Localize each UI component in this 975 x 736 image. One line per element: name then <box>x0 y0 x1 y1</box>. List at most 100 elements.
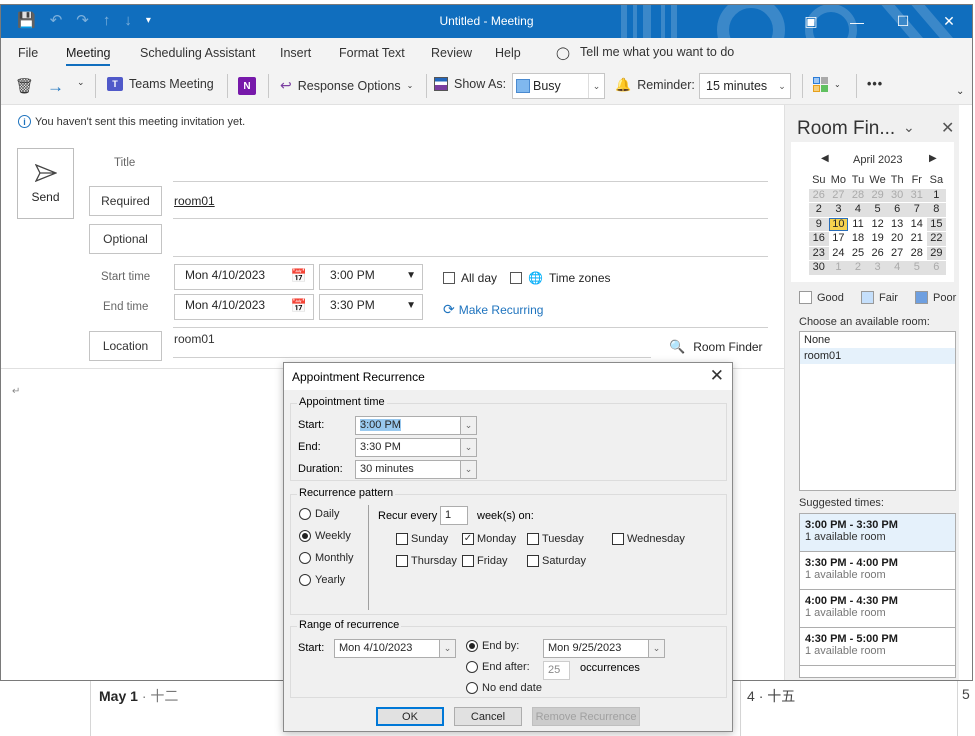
tab-help[interactable]: Help <box>495 46 521 60</box>
pattern-yearly-radio[interactable]: Yearly <box>299 574 345 586</box>
calendar-day[interactable]: 26 <box>809 188 829 202</box>
dialog-close-icon[interactable]: ✕ <box>710 366 724 386</box>
location-input[interactable]: room01 <box>174 332 215 346</box>
calendar-day[interactable]: 19 <box>868 232 888 246</box>
maximize-icon[interactable]: ☐ <box>880 5 926 38</box>
calendar-day[interactable]: 26 <box>868 247 888 261</box>
tab-review[interactable]: Review <box>431 46 472 60</box>
chevron-down-icon[interactable]: ⌄ <box>460 438 477 457</box>
title-input[interactable] <box>173 181 768 182</box>
calendar-day[interactable]: 12 <box>868 218 888 232</box>
weekday-checkbox-sunday[interactable]: Sunday <box>396 533 448 545</box>
appointment-end-combo[interactable]: 3:30 PM ⌄ <box>355 438 477 457</box>
suggested-time-item[interactable]: 4:30 PM - 5:00 PM 1 available room <box>800 628 955 666</box>
pane-options-icon[interactable]: ⌄ <box>903 119 915 136</box>
calendar-day-4[interactable]: 4 · 十五 <box>747 686 795 706</box>
cancel-button[interactable]: Cancel <box>454 707 522 726</box>
calendar-day[interactable]: 6 <box>926 261 947 275</box>
suggested-time-item[interactable]: 3:30 PM - 4:00 PM 1 available room <box>800 552 955 590</box>
calendar-day[interactable]: 27 <box>887 247 907 261</box>
ok-button[interactable]: OK <box>376 707 444 726</box>
calendar-day-5[interactable]: 5 <box>962 686 970 702</box>
duration-combo[interactable]: 30 minutes ⌄ <box>355 460 477 479</box>
ribbon-collapse-icon[interactable]: ⌄ <box>956 86 964 97</box>
make-recurring-button[interactable]: ⟳ Make Recurring <box>443 301 543 318</box>
calendar-day[interactable]: 25 <box>848 247 868 261</box>
calendar-day[interactable]: 3 <box>828 203 849 217</box>
calendar-day[interactable]: 4 <box>848 203 868 217</box>
more-options-button[interactable]: ••• <box>867 77 883 91</box>
time-zones-checkbox[interactable]: 🌐 Time zones <box>510 271 611 285</box>
calendar-day[interactable]: 24 <box>829 247 849 261</box>
tab-insert[interactable]: Insert <box>280 46 311 60</box>
calendar-day[interactable]: 5 <box>906 261 927 275</box>
calendar-day[interactable]: 13 <box>887 218 907 232</box>
next-month-icon[interactable]: ▶ <box>929 153 937 164</box>
remove-recurrence-button[interactable]: Remove Recurrence <box>532 707 640 726</box>
calendar-day-may1[interactable]: May 1 · 十二 <box>99 686 178 706</box>
required-attendee[interactable]: room01 <box>174 194 215 208</box>
chevron-down-icon[interactable]: ⌄ <box>460 460 477 479</box>
calendar-day[interactable]: 28 <box>848 188 868 202</box>
calendar-day[interactable]: 29 <box>926 246 947 260</box>
calendar-day[interactable]: 6 <box>887 203 907 217</box>
end-time-dropdown[interactable]: 3:30 PM ▼ <box>319 294 423 320</box>
calendar-day[interactable]: 17 <box>829 232 849 246</box>
suggested-time-item[interactable]: 3:00 PM - 3:30 PM 1 available room <box>800 514 955 552</box>
optional-input[interactable] <box>173 256 768 257</box>
forward-button[interactable]: → <box>47 77 64 97</box>
calendar-day[interactable]: 29 <box>867 188 888 202</box>
message-body[interactable] <box>9 375 279 675</box>
required-button[interactable]: Required <box>89 186 162 216</box>
appointment-start-combo[interactable]: 3:00 PM ⌄ <box>355 416 477 435</box>
calendar-day[interactable]: 23 <box>809 246 829 260</box>
chevron-down-icon[interactable]: ⌄ <box>648 639 665 658</box>
calendar-day[interactable]: 16 <box>809 232 829 246</box>
room-option-room01[interactable]: room01 <box>800 348 955 364</box>
close-pane-icon[interactable]: ✕ <box>941 118 954 138</box>
calendar-day[interactable]: 8 <box>926 203 947 217</box>
calendar-day[interactable]: 1 <box>828 261 849 275</box>
calendar-day[interactable]: 9 <box>809 217 829 231</box>
pattern-weekly-radio[interactable]: Weekly <box>299 530 351 542</box>
delete-button[interactable]: 🗑 <box>15 77 34 95</box>
weekday-checkbox-monday[interactable]: ✓ Monday <box>462 533 516 545</box>
chevron-down-icon[interactable]: ⌄ <box>460 416 477 435</box>
calendar-day[interactable]: 27 <box>828 188 849 202</box>
room-finder-button[interactable]: 🔍 Room Finder <box>669 339 763 355</box>
close-icon[interactable]: ✕ <box>926 5 972 38</box>
range-start-combo[interactable]: Mon 4/10/2023 ⌄ <box>334 639 456 658</box>
weekday-checkbox-tuesday[interactable]: Tuesday <box>527 533 584 545</box>
reminder-dropdown[interactable]: 15 minutes ⌄ <box>699 73 791 99</box>
calendar-day[interactable]: 7 <box>906 203 927 217</box>
end-after-input[interactable]: 25 <box>543 661 570 680</box>
chevron-down-icon[interactable]: ⌄ <box>439 639 456 658</box>
calendar-day[interactable]: 15 <box>926 217 947 231</box>
categorize-button[interactable]: ⌄ <box>813 77 841 92</box>
end-after-radio[interactable]: End after: <box>466 661 530 673</box>
room-option-none[interactable]: None <box>800 332 955 348</box>
response-options-button[interactable]: ↩ Response Options ⌄ <box>280 77 413 94</box>
tab-meeting[interactable]: Meeting <box>66 46 111 66</box>
forward-dropdown[interactable]: ⌄ <box>77 77 85 88</box>
restore-ribbon-icon[interactable]: ▣ <box>788 5 834 38</box>
tab-file[interactable]: File <box>18 46 38 60</box>
suggested-time-item[interactable]: 4:00 PM - 4:30 PM 1 available room <box>800 590 955 628</box>
start-time-dropdown[interactable]: 3:00 PM ▼ <box>319 264 423 290</box>
calendar-day[interactable]: 30 <box>809 261 829 275</box>
calendar-day[interactable]: 3 <box>867 261 888 275</box>
calendar-day[interactable]: 21 <box>907 232 927 246</box>
pattern-daily-radio[interactable]: Daily <box>299 508 339 520</box>
optional-button[interactable]: Optional <box>89 224 162 254</box>
calendar-day[interactable]: 28 <box>907 247 927 261</box>
calendar-day[interactable]: 20 <box>887 232 907 246</box>
calendar-day[interactable]: 10 <box>828 217 849 231</box>
end-date-picker[interactable]: Mon 4/10/2023 📅 <box>174 294 314 320</box>
end-by-combo[interactable]: Mon 9/25/2023 ⌄ <box>543 639 665 658</box>
tab-format-text[interactable]: Format Text <box>339 46 405 60</box>
show-as-dropdown[interactable]: Busy ⌄ <box>512 73 605 99</box>
all-day-checkbox[interactable]: All day <box>443 271 497 285</box>
weekday-checkbox-saturday[interactable]: Saturday <box>527 555 586 567</box>
calendar-day[interactable]: 2 <box>809 203 829 217</box>
calendar-day[interactable]: 2 <box>848 261 868 275</box>
